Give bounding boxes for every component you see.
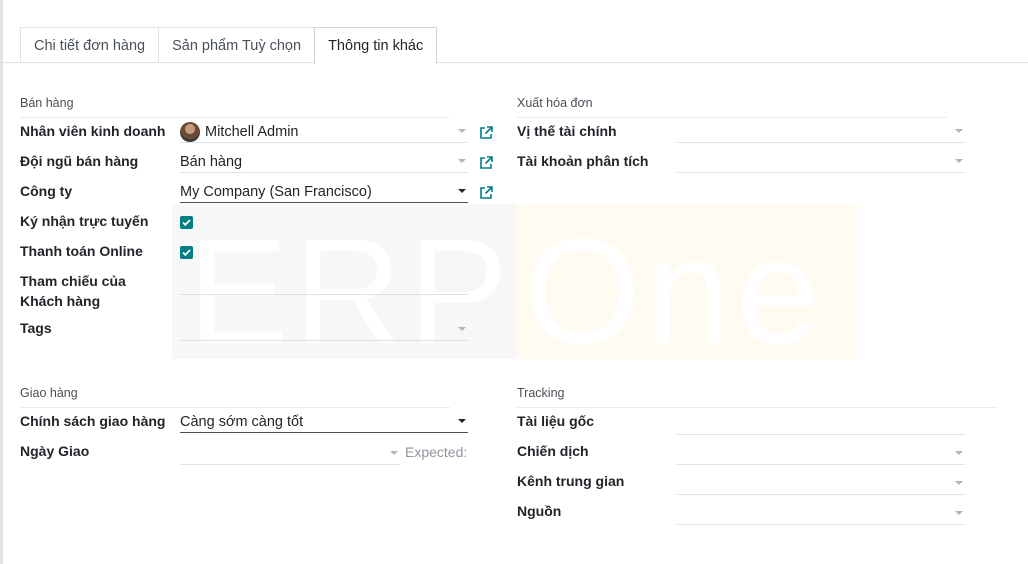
tab-order-lines[interactable]: Chi tiết đơn hàng: [20, 27, 160, 63]
section-title-invoicing-text: Xuất hóa đơn: [517, 96, 593, 110]
sales-team-label: Đội ngũ bán hàng: [20, 153, 139, 169]
left-border: [0, 0, 3, 564]
caret-down-icon[interactable]: [458, 419, 466, 423]
medium-field[interactable]: [677, 473, 965, 495]
company-label: Công ty: [20, 183, 73, 199]
tab-other-info[interactable]: Thông tin khác: [314, 27, 438, 64]
section-separator: [20, 117, 450, 118]
avatar: [180, 121, 200, 142]
sales-team-field[interactable]: Bán hàng: [180, 151, 468, 173]
caret-down-icon[interactable]: [458, 189, 466, 193]
caret-down-icon[interactable]: [458, 159, 466, 163]
customer-reference-input[interactable]: [180, 273, 468, 295]
fiscal-position-field[interactable]: [677, 121, 965, 143]
campaign-label: Chiến dịch: [517, 443, 589, 459]
campaign-field[interactable]: [677, 443, 965, 465]
sales-team-value: Bán hàng: [180, 153, 243, 170]
caret-down-icon[interactable]: [458, 327, 466, 331]
caret-down-icon[interactable]: [955, 159, 963, 163]
external-link-icon[interactable]: [479, 156, 493, 170]
shipping-policy-value: Càng sớm càng tốt: [180, 413, 304, 430]
salesperson-field[interactable]: Mitchell Admin: [180, 121, 468, 143]
online-signature-label: Ký nhận trực tuyến: [20, 213, 149, 229]
caret-down-icon[interactable]: [390, 451, 398, 455]
salesperson-value: Mitchell Admin: [205, 123, 299, 140]
expected-date-label: Expected:: [405, 444, 468, 460]
source-label: Nguồn: [517, 503, 562, 519]
company-value: My Company (San Francisco): [180, 183, 372, 200]
caret-down-icon[interactable]: [955, 481, 963, 485]
analytic-account-field[interactable]: [677, 151, 965, 173]
section-title-sales: Bán hàng: [20, 96, 450, 118]
medium-label: Kênh trung gian: [517, 473, 625, 489]
source-field[interactable]: [677, 503, 965, 525]
caret-down-icon[interactable]: [955, 511, 963, 515]
delivery-date-label: Ngày Giao: [20, 443, 90, 459]
shipping-policy-label: Chính sách giao hàng: [20, 413, 166, 429]
source-document-input[interactable]: [677, 413, 965, 435]
fiscal-position-label: Vị thế tài chính: [517, 123, 617, 139]
section-separator: [20, 407, 450, 408]
checkmark-icon: [182, 219, 191, 227]
notebook-tabs: Chi tiết đơn hàng Sản phẩm Tuỳ chọn Thôn…: [20, 27, 438, 64]
section-separator: [517, 117, 947, 118]
tags-label: Tags: [20, 320, 52, 336]
watermark-text-right: One: [524, 207, 826, 375]
section-title-sales-text: Bán hàng: [20, 96, 74, 110]
salesperson-label: Nhân viên kinh doanh: [20, 123, 166, 139]
caret-down-icon[interactable]: [955, 451, 963, 455]
section-title-tracking-text: Tracking: [517, 386, 565, 400]
delivery-date-input[interactable]: [180, 443, 400, 465]
caret-down-icon[interactable]: [955, 129, 963, 133]
online-payment-checkbox[interactable]: [180, 246, 193, 259]
section-title-invoicing: Xuất hóa đơn: [517, 96, 947, 118]
external-link-icon[interactable]: [479, 186, 493, 200]
analytic-account-label: Tài khoản phân tích: [517, 153, 649, 169]
section-title-tracking: Tracking: [517, 386, 997, 408]
tabs-underline: [3, 62, 1028, 63]
caret-down-icon[interactable]: [458, 129, 466, 133]
online-payment-label: Thanh toán Online: [20, 243, 143, 259]
section-separator: [517, 407, 997, 408]
section-title-delivery: Giao hàng: [20, 386, 450, 408]
source-document-label: Tài liệu gốc: [517, 413, 595, 429]
external-link-icon[interactable]: [479, 126, 493, 140]
online-signature-checkbox[interactable]: [180, 216, 193, 229]
tab-optional-products[interactable]: Sản phẩm Tuỳ chọn: [158, 27, 316, 63]
shipping-policy-select[interactable]: Càng sớm càng tốt: [180, 411, 468, 433]
company-field[interactable]: My Company (San Francisco): [180, 181, 468, 203]
checkmark-icon: [182, 249, 191, 257]
tags-field[interactable]: [180, 319, 468, 341]
customer-reference-label: Tham chiếu của Khách hàng: [20, 273, 126, 309]
section-title-delivery-text: Giao hàng: [20, 386, 78, 400]
